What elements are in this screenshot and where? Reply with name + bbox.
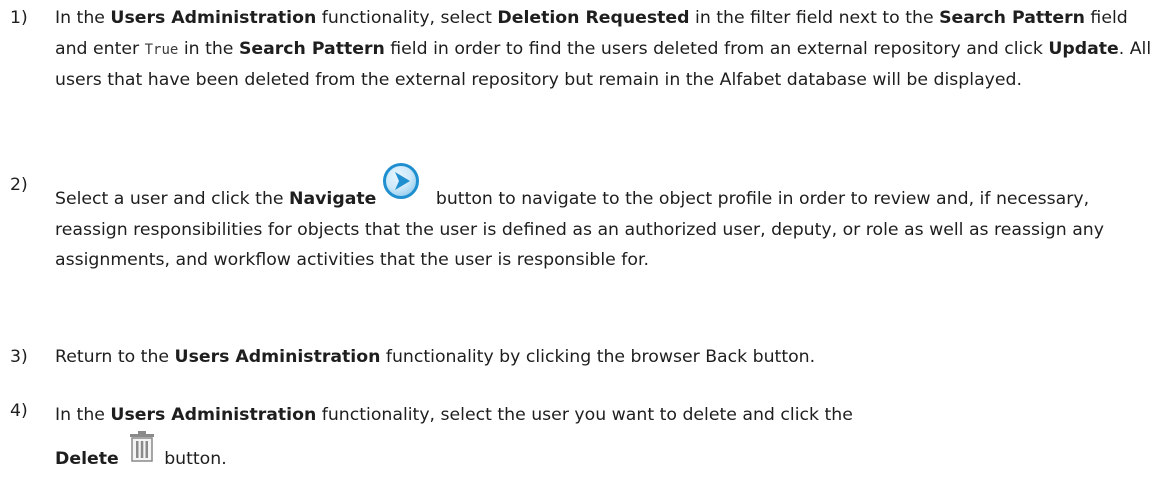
step-text: Return to the Users Administration funct… — [55, 347, 816, 367]
step-number: 4) — [10, 401, 28, 421]
step-text: In the Users Administration functionalit… — [55, 405, 853, 469]
step-4: 4) In the Users Administration functiona… — [10, 396, 1160, 478]
step-2: 2) Select a user and click the Navigate … — [10, 163, 1160, 276]
step-number: 2) — [10, 175, 28, 195]
step-number: 3) — [10, 347, 28, 367]
step-text: Select a user and click the Navigate but… — [55, 163, 1160, 276]
trash-can-icon — [129, 430, 155, 462]
step-3: 3) Return to the Users Administration fu… — [10, 342, 1160, 373]
step-number: 1) — [10, 8, 28, 28]
step-1: 1) In the Users Administration functiona… — [10, 3, 1160, 96]
code-value: True — [144, 41, 179, 58]
step-text: In the Users Administration functionalit… — [55, 8, 1152, 90]
navigate-arrow-icon — [382, 162, 420, 200]
